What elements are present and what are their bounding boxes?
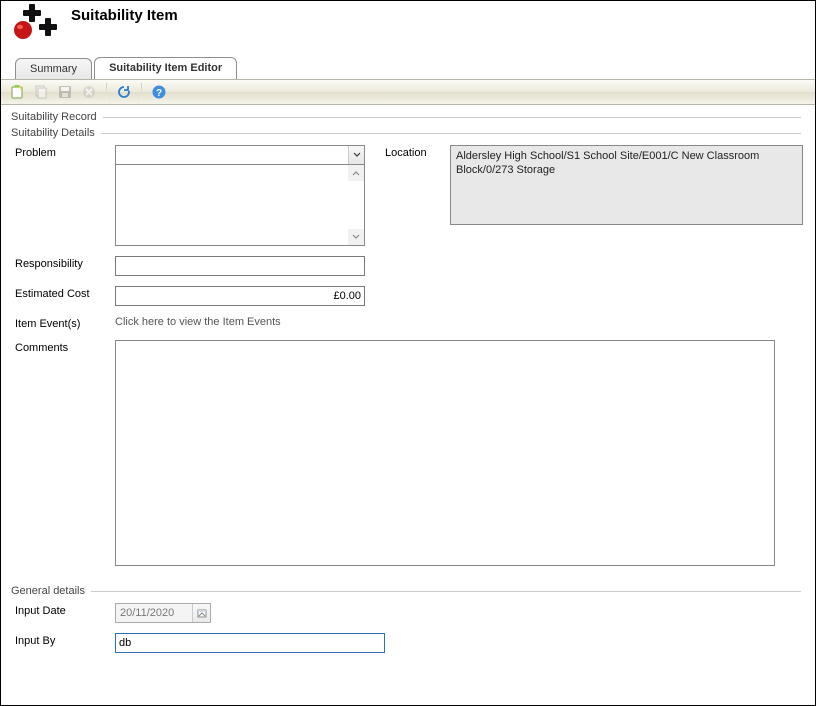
suitability-details-legend: Suitability Details bbox=[11, 127, 805, 139]
help-button[interactable]: ? bbox=[149, 82, 169, 102]
scroll-down-icon[interactable] bbox=[348, 229, 364, 245]
refresh-button[interactable] bbox=[114, 82, 134, 102]
new-button[interactable] bbox=[7, 82, 27, 102]
app-logo bbox=[9, 2, 57, 50]
input-by-field[interactable] bbox=[115, 633, 385, 653]
svg-text:?: ? bbox=[156, 88, 162, 99]
scroll-up-icon[interactable] bbox=[348, 165, 364, 181]
tab-summary[interactable]: Summary bbox=[15, 58, 92, 79]
suitability-record-fieldset: Suitability Record bbox=[11, 111, 805, 123]
calendar-icon[interactable] bbox=[192, 604, 210, 622]
responsibility-input[interactable] bbox=[115, 256, 365, 276]
copy-button[interactable] bbox=[31, 82, 51, 102]
problem-combo[interactable] bbox=[115, 145, 365, 246]
input-by-label: Input By bbox=[15, 633, 115, 647]
problem-label: Problem bbox=[15, 145, 115, 159]
input-date-label: Input Date bbox=[15, 603, 115, 617]
page-title: Suitability Item bbox=[71, 7, 178, 24]
responsibility-label: Responsibility bbox=[15, 256, 115, 270]
toolbar: ? bbox=[1, 79, 815, 105]
header: Suitability Item bbox=[1, 1, 815, 51]
suitability-details-fieldset: Suitability Details Problem bbox=[11, 127, 805, 581]
chevron-down-icon[interactable] bbox=[348, 146, 364, 164]
suitability-record-legend: Suitability Record bbox=[11, 111, 805, 123]
estimated-cost-label: Estimated Cost bbox=[15, 286, 115, 300]
item-events-link[interactable]: Click here to view the Item Events bbox=[115, 316, 281, 328]
save-button[interactable] bbox=[55, 82, 75, 102]
tab-bar: Summary Suitability Item Editor bbox=[1, 57, 815, 79]
tab-suitability-item-editor[interactable]: Suitability Item Editor bbox=[94, 57, 237, 79]
general-details-legend: General details bbox=[11, 585, 805, 597]
problem-list[interactable] bbox=[116, 165, 364, 245]
comments-label: Comments bbox=[15, 340, 115, 354]
delete-button[interactable] bbox=[79, 82, 99, 102]
comments-textarea[interactable] bbox=[115, 340, 775, 566]
item-events-label: Item Event(s) bbox=[15, 316, 115, 330]
general-details-fieldset: General details Input Date 20/11/2020 In… bbox=[11, 585, 805, 657]
input-date-value: 20/11/2020 bbox=[116, 607, 192, 619]
estimated-cost-input[interactable] bbox=[115, 286, 365, 306]
location-display: Aldersley High School/S1 School Site/E00… bbox=[450, 145, 803, 225]
input-date-picker[interactable]: 20/11/2020 bbox=[115, 603, 211, 623]
location-label: Location bbox=[385, 145, 450, 159]
